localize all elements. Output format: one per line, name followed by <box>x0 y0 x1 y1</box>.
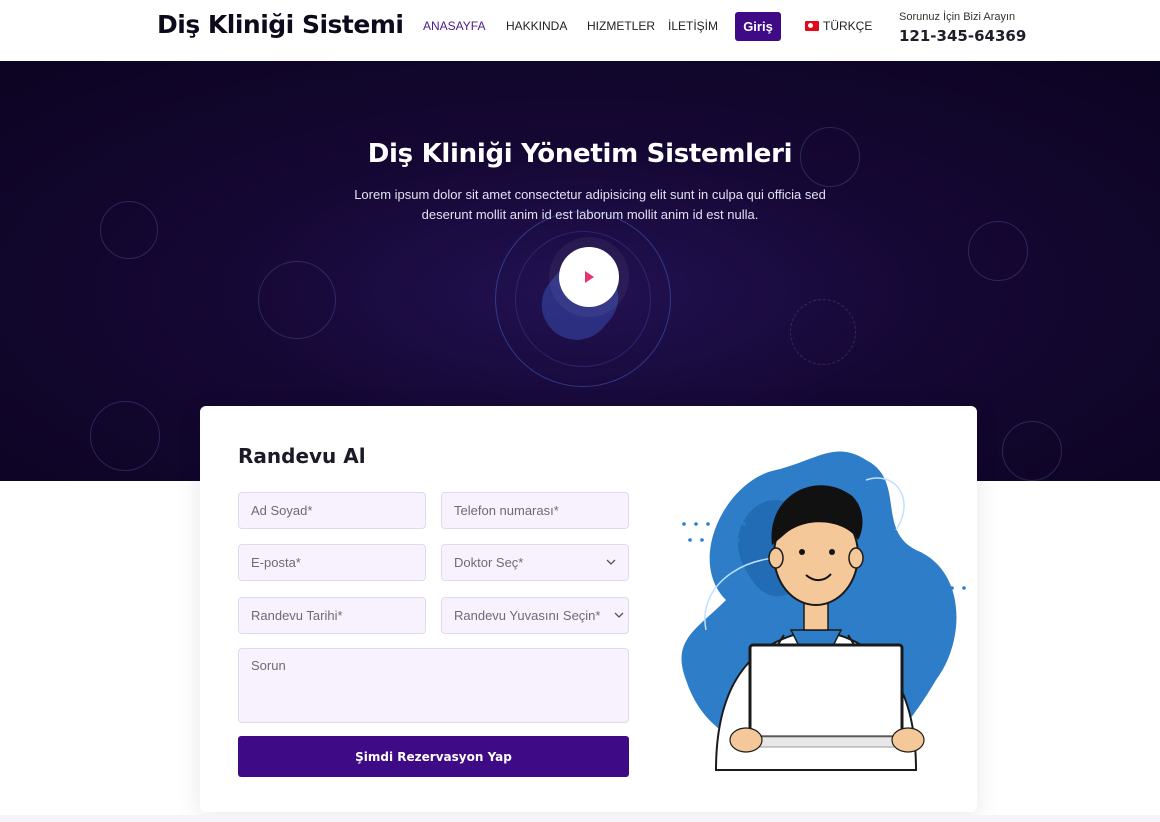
pill-decoration-icon <box>100 201 158 259</box>
email-input[interactable]: E-posta* <box>238 544 426 581</box>
doctor-select-label: Doktor Seç* <box>454 555 524 570</box>
problem-textarea[interactable]: Sorun <box>238 648 629 723</box>
nav-services[interactable]: HIZMETLER <box>587 19 655 35</box>
date-input[interactable]: Randevu Tarihi* <box>238 597 426 634</box>
slot-select-label: Randevu Yuvasını Seçin* <box>454 608 601 623</box>
login-button[interactable]: Giriş <box>735 12 781 41</box>
phone-number[interactable]: 121-345-64369 <box>899 27 1026 45</box>
appointment-title: Randevu Al <box>238 444 366 468</box>
hero-subtitle: Lorem ipsum dolor sit amet consectetur a… <box>354 187 826 222</box>
site-logo[interactable]: Diş Kliniği Sistemi <box>157 10 404 39</box>
phone-input[interactable]: Telefon numarası* <box>441 492 629 529</box>
heartbeat-decoration-icon <box>90 401 160 471</box>
chevron-down-icon <box>614 612 624 618</box>
name-input[interactable]: Ad Soyad* <box>238 492 426 529</box>
nav-home[interactable]: ANASAYFA <box>423 19 485 35</box>
nav-contact[interactable]: İLETİŞİM <box>668 19 718 35</box>
doctor-select[interactable]: Doktor Seç* <box>441 544 629 581</box>
language-label: TÜRKÇE <box>823 19 873 33</box>
hero-title: Diş Kliniği Yönetim Sistemleri <box>367 139 793 169</box>
chevron-down-icon <box>606 559 616 565</box>
plus-decoration-icon <box>790 299 856 365</box>
slot-select[interactable]: Randevu Yuvasını Seçin* <box>441 597 629 634</box>
book-now-button[interactable]: Şimdi Rezervasyon Yap <box>238 736 629 777</box>
shield-decoration-icon <box>258 261 336 339</box>
syringe-decoration-icon <box>968 221 1028 281</box>
language-selector[interactable]: TÜRKÇE <box>805 19 872 33</box>
play-icon <box>585 271 594 283</box>
turkey-flag-icon <box>805 21 819 31</box>
phone-label: Sorunuz İçin Bizi Arayın <box>899 11 1016 23</box>
doctor-illustration <box>681 451 966 771</box>
site-header: Diş Kliniği Sistemi ANASAYFA HAKKINDA HI… <box>0 0 1160 61</box>
medkit-decoration-icon <box>1002 421 1062 481</box>
nav-about[interactable]: HAKKINDA <box>506 19 567 35</box>
play-video-button[interactable] <box>559 247 619 307</box>
appointment-card: Randevu Al Ad Soyad* Telefon numarası* E… <box>200 406 977 812</box>
page-bottom-strip <box>0 815 1160 822</box>
